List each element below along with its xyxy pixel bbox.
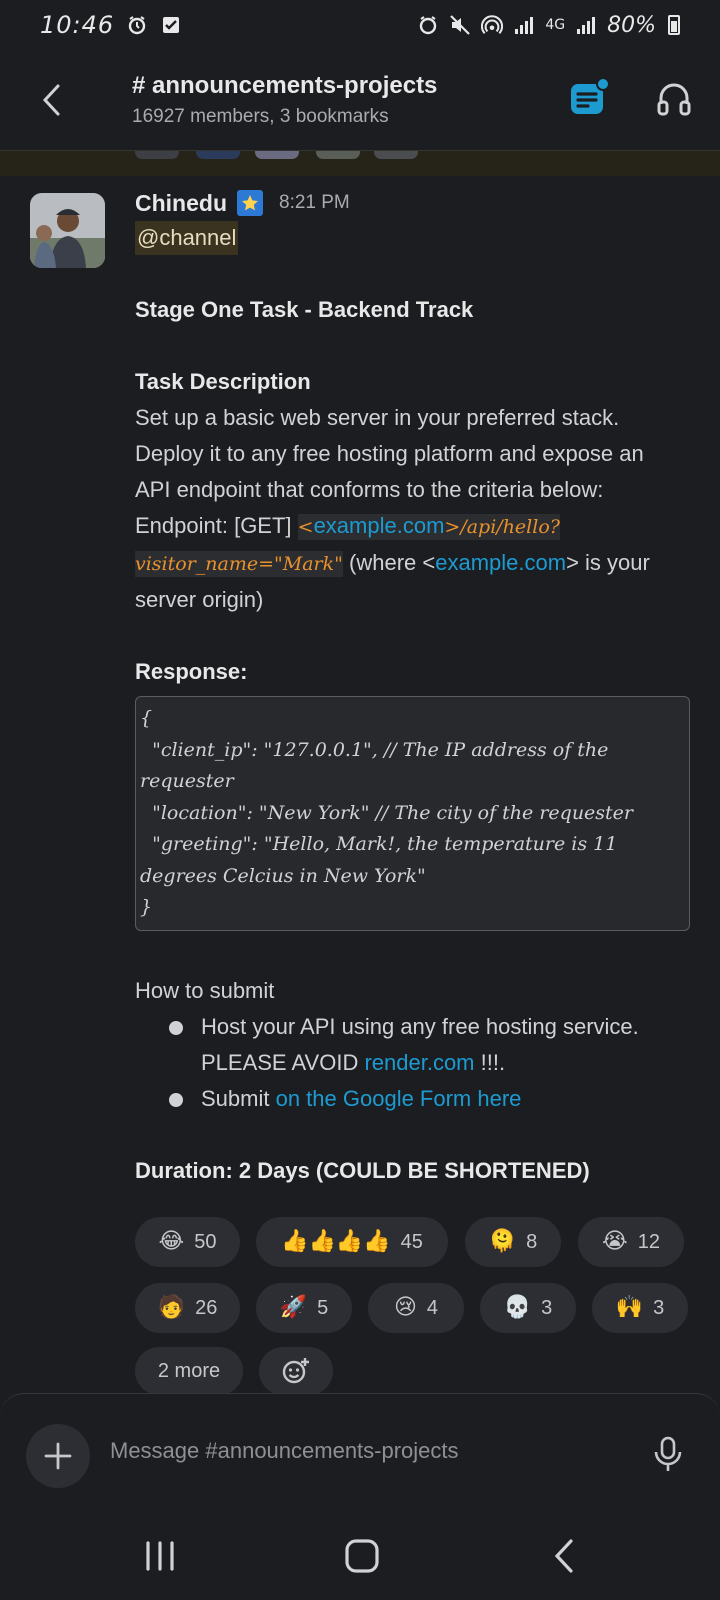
reaction-chip[interactable]: 🧑 26	[135, 1283, 240, 1333]
recent-apps-button[interactable]	[135, 1536, 185, 1576]
message-time: 8:21 PM	[279, 192, 350, 213]
reaction-chip[interactable]: 🫠 8	[465, 1217, 561, 1267]
hotspot-icon	[481, 14, 504, 36]
microphone-icon	[654, 1436, 682, 1471]
headphones-icon	[657, 83, 691, 116]
submit-list: Host your API using any free hosting ser…	[169, 1009, 690, 1117]
channel-subtitle: 16927 members, 3 bookmarks	[132, 106, 389, 127]
recent-apps-icon	[146, 1541, 174, 1571]
back-nav-button[interactable]	[540, 1536, 590, 1576]
message-heading: Stage One Task - Backend Track	[135, 297, 474, 322]
task-title: Task Description	[135, 369, 311, 394]
bookmark-item[interactable]	[135, 151, 179, 159]
signal-icon	[575, 14, 597, 36]
channel-info[interactable]: # announcements-projects 16927 members, …	[132, 72, 437, 128]
back-button[interactable]	[22, 70, 82, 130]
message-body: Chinedu 8:21 PM @channel Stage One Task …	[135, 190, 690, 1189]
endpoint-code: <example.com>/api/hello?	[297, 513, 560, 540]
clock: 10:46	[40, 11, 115, 39]
bookmark-item[interactable]	[196, 151, 240, 159]
response-title: Response:	[135, 659, 248, 684]
bookmark-item[interactable]	[374, 151, 418, 159]
endpoint-note: server origin)	[135, 587, 264, 612]
signal-icon	[513, 14, 535, 36]
channel-header: # announcements-projects 16927 members, …	[0, 50, 720, 150]
home-icon	[345, 1539, 379, 1573]
canvas-button[interactable]	[568, 76, 612, 120]
author-avatar[interactable]	[30, 193, 105, 268]
alarm-icon	[126, 14, 148, 36]
list-item: Host your API using any free hosting ser…	[169, 1009, 690, 1081]
plus-icon	[44, 1442, 72, 1470]
reaction-chip[interactable]: 💀 3	[480, 1283, 576, 1333]
task-line: Set up a basic web server in your prefer…	[135, 405, 620, 430]
message-header: Chinedu 8:21 PM	[135, 190, 690, 216]
endpoint-line: visitor_name="Mark" (where <example.com>…	[135, 550, 650, 577]
message-input[interactable]: Message #announcements-projects	[110, 1438, 459, 1464]
network-type: 4G	[545, 17, 566, 33]
submit-title: How to submit	[135, 977, 275, 1003]
bookmarks-bar[interactable]	[0, 150, 720, 176]
system-nav-bar	[0, 1500, 720, 1600]
huddle-button[interactable]	[654, 78, 694, 118]
reaction-chip[interactable]: 😢 4	[368, 1283, 464, 1333]
list-item: Submit on the Google Form here	[169, 1081, 690, 1117]
status-bar: 10:46 4G 80%	[0, 0, 720, 50]
task-line: API endpoint that conforms to the criter…	[135, 477, 604, 502]
battery-percent: 80%	[607, 12, 656, 38]
chevron-left-icon	[42, 84, 60, 116]
attach-button[interactable]	[26, 1424, 90, 1488]
endpoint-line: Endpoint: [GET] <example.com>/api/hello?	[135, 513, 560, 540]
status-star-icon	[237, 190, 263, 216]
reaction-chip[interactable]: 😭 12	[578, 1217, 684, 1267]
reaction-chip[interactable]: 🚀 5	[256, 1283, 352, 1333]
response-code-block: { "client_ip": "127.0.0.1", // The IP ad…	[135, 696, 690, 931]
alarm-icon	[417, 14, 439, 36]
add-reaction-button[interactable]	[259, 1347, 333, 1395]
author-name[interactable]: Chinedu	[135, 185, 227, 221]
google-form-link[interactable]: on the Google Form here	[276, 1086, 522, 1111]
render-link[interactable]: render.com	[364, 1050, 474, 1075]
back-icon	[554, 1539, 573, 1573]
channel-title: # announcements-projects	[132, 72, 438, 99]
battery-icon	[668, 15, 680, 35]
endpoint-link[interactable]: example.com	[314, 513, 445, 538]
endpoint-query-code: visitor_name="Mark"	[135, 551, 343, 577]
task-line: Deploy it to any free hosting platform a…	[135, 441, 644, 466]
reaction-chip[interactable]: 👍👍👍👍 45	[256, 1217, 448, 1267]
voice-button[interactable]	[650, 1434, 686, 1474]
reaction-chip[interactable]: 🙌 3	[592, 1283, 688, 1333]
mute-icon	[449, 14, 471, 36]
canvas-icon	[571, 77, 610, 114]
bookmark-item[interactable]	[255, 151, 299, 159]
message-composer: Message #announcements-projects	[0, 1393, 720, 1498]
more-reactions-button[interactable]: 2 more	[135, 1347, 243, 1395]
reaction-chip[interactable]: 😂 50	[135, 1217, 240, 1267]
origin-link[interactable]: example.com	[435, 550, 566, 575]
add-emoji-icon	[282, 1358, 309, 1384]
bookmark-item[interactable]	[316, 151, 360, 159]
home-button[interactable]	[337, 1536, 387, 1576]
checkbox-icon	[160, 14, 182, 36]
duration-text: Duration: 2 Days (COULD BE SHORTENED)	[135, 1157, 590, 1183]
channel-mention[interactable]: @channel	[135, 221, 239, 255]
